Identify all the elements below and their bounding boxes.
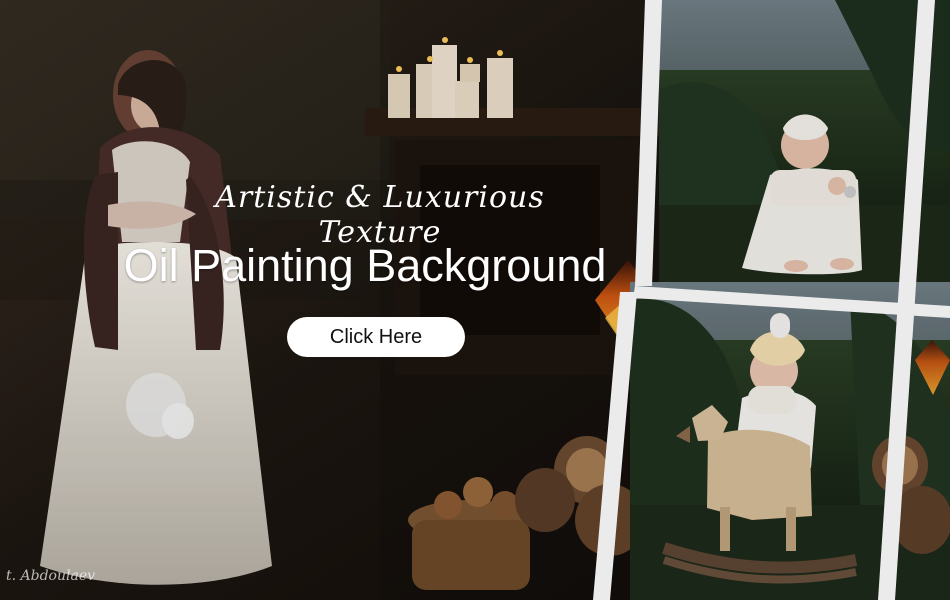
click-here-button[interactable]: Click Here [287, 317, 465, 357]
promo-banner: Artistic & Luxurious Texture Oil Paintin… [0, 0, 950, 600]
script-headline: Artistic & Luxurious Texture [215, 180, 545, 250]
main-headline: Oil Painting Background [123, 240, 607, 291]
hero-copy: Artistic & Luxurious Texture Oil Paintin… [0, 0, 700, 600]
artist-signature: t. Abdoulaev [6, 568, 96, 584]
